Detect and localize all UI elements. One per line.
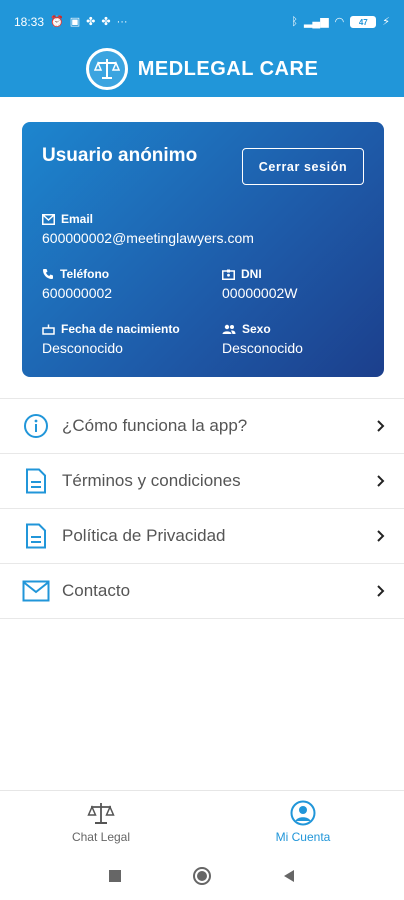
birthdate-value: Desconocido bbox=[42, 340, 123, 356]
chevron-right-icon bbox=[377, 420, 385, 432]
logout-button[interactable]: Cerrar sesión bbox=[242, 148, 364, 185]
brand-logo: MEDLEGAL CARE bbox=[0, 44, 404, 94]
scales-icon bbox=[87, 802, 115, 824]
app-icon: ✤ bbox=[101, 15, 111, 28]
bottom-navigation: Chat Legal Mi Cuenta bbox=[0, 790, 404, 852]
wifi-icon: ◠ bbox=[334, 15, 345, 28]
dni-value: 00000002W bbox=[222, 285, 298, 301]
chevron-right-icon bbox=[377, 530, 385, 542]
phone-icon bbox=[43, 269, 53, 279]
charging-icon: ⚡ bbox=[382, 15, 390, 28]
menu-item-label: Política de Privacidad bbox=[62, 526, 226, 545]
birthdate-label: Fecha de nacimiento bbox=[61, 322, 180, 336]
menu-item-terms[interactable]: Términos y condiciones bbox=[0, 454, 404, 509]
more-icon: ··· bbox=[116, 15, 128, 28]
menu-item-privacy[interactable]: Política de Privacidad bbox=[0, 509, 404, 564]
email-value: 600000002@meetinglawyers.com bbox=[42, 230, 254, 246]
status-time: 18:33 bbox=[14, 15, 45, 29]
dni-field: DNI 00000002W bbox=[222, 267, 298, 301]
brand-name: MEDLEGAL CARE bbox=[137, 57, 319, 80]
email-field: Email 600000002@meetinglawyers.com bbox=[42, 212, 254, 246]
info-icon bbox=[22, 412, 50, 440]
sex-field: Sexo Desconocido bbox=[222, 322, 303, 356]
cake-icon bbox=[42, 324, 55, 335]
menu-item-label: Términos y condiciones bbox=[62, 471, 241, 490]
document-icon bbox=[22, 522, 50, 550]
menu-item-label: ¿Cómo funciona la app? bbox=[62, 416, 248, 435]
phone-field: Teléfono 600000002 bbox=[42, 267, 112, 301]
scales-logo-icon bbox=[85, 48, 128, 90]
birthdate-field: Fecha de nacimiento Desconocido bbox=[42, 322, 180, 356]
app-icon: ✤ bbox=[86, 15, 96, 28]
notification-icon: ▣ bbox=[69, 15, 81, 28]
mail-icon bbox=[42, 213, 55, 225]
settings-menu: ¿Cómo funciona la app? Términos y condic… bbox=[0, 398, 404, 619]
phone-label: Teléfono bbox=[60, 267, 110, 281]
menu-item-how-it-works[interactable]: ¿Cómo funciona la app? bbox=[0, 399, 404, 454]
tab-chat-legal-label: Chat Legal bbox=[71, 829, 131, 844]
id-card-icon bbox=[222, 269, 235, 280]
menu-item-contact[interactable]: Contacto bbox=[0, 564, 404, 619]
phone-value: 600000002 bbox=[42, 285, 113, 301]
battery-icon: 47 bbox=[350, 16, 377, 28]
people-icon bbox=[222, 324, 236, 334]
account-icon bbox=[290, 800, 316, 825]
tab-chat-legal[interactable]: Chat Legal bbox=[0, 791, 202, 852]
sex-label: Sexo bbox=[242, 322, 271, 336]
bluetooth-icon: ᛒ bbox=[291, 15, 298, 28]
app-header: 18:33 ⏰ ▣ ✤ ✤ ··· ᛒ ▂▄▆ ◠ 47 ⚡ MEDLEGAL … bbox=[0, 0, 404, 97]
back-icon[interactable] bbox=[282, 869, 296, 883]
signal-icon: ▂▄▆ bbox=[303, 15, 329, 28]
chevron-right-icon bbox=[377, 475, 385, 487]
email-label: Email bbox=[61, 212, 94, 226]
recents-icon[interactable] bbox=[108, 869, 122, 883]
tab-mi-cuenta[interactable]: Mi Cuenta bbox=[202, 791, 404, 852]
document-icon bbox=[22, 467, 50, 495]
profile-card: Usuario anónimo Cerrar sesión Email 6000… bbox=[22, 122, 384, 377]
status-bar: 18:33 ⏰ ▣ ✤ ✤ ··· ᛒ ▂▄▆ ◠ 47 ⚡ bbox=[0, 0, 404, 44]
tab-mi-cuenta-label: Mi Cuenta bbox=[275, 829, 331, 844]
home-icon[interactable] bbox=[192, 866, 212, 886]
sex-value: Desconocido bbox=[222, 340, 303, 356]
menu-item-label: Contacto bbox=[62, 581, 131, 600]
system-navigation-bar bbox=[0, 852, 404, 900]
alarm-icon: ⏰ bbox=[50, 15, 64, 28]
mail-icon bbox=[22, 577, 50, 605]
dni-label: DNI bbox=[241, 267, 262, 281]
chevron-right-icon bbox=[377, 585, 385, 597]
user-name: Usuario anónimo bbox=[42, 145, 198, 166]
